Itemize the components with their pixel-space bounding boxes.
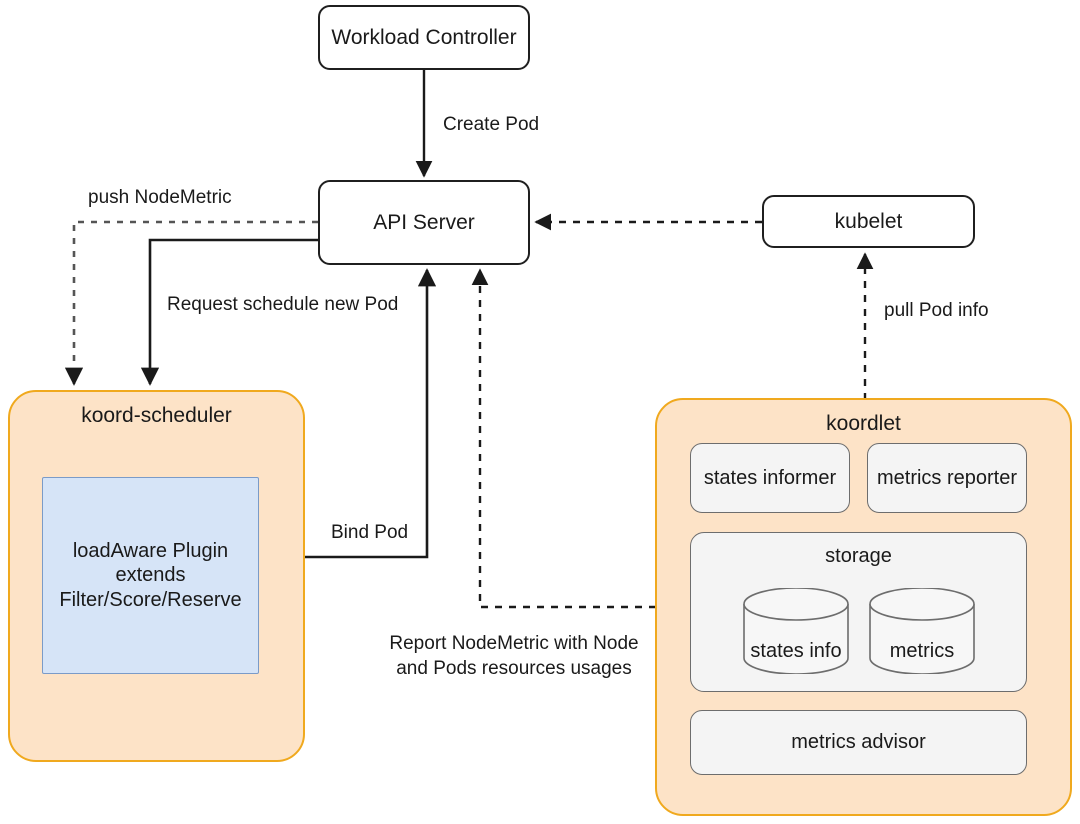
edge-label-bind-pod: Bind Pod	[331, 522, 409, 543]
node-loadaware-plugin-label: loadAware Plugin extends Filter/Score/Re…	[59, 539, 242, 611]
node-metrics-reporter-label: metrics reporter	[876, 466, 1018, 489]
edge-label-pull-pod-info: pull Pod info	[884, 300, 989, 321]
node-states-informer-label: states informer	[703, 466, 837, 489]
node-kubelet-label: kubelet	[834, 209, 903, 233]
node-metrics-advisor[interactable]: metrics advisor	[690, 710, 1027, 775]
panel-storage[interactable]: storage	[690, 532, 1027, 692]
edge-label-report-nodemetric: Report NodeMetric with Node and Pods res…	[389, 633, 639, 679]
node-workload-controller[interactable]: Workload Controller	[318, 5, 530, 70]
datastore-metrics-label: metrics	[889, 640, 955, 662]
node-metrics-reporter[interactable]: metrics reporter	[867, 443, 1027, 513]
edge-label-create-pod: Create Pod	[443, 114, 540, 135]
group-koordlet-title: koordlet	[826, 412, 901, 435]
node-api-server-label: API Server	[373, 210, 475, 234]
node-kubelet[interactable]: kubelet	[762, 195, 975, 248]
node-api-server[interactable]: API Server	[318, 180, 530, 265]
datastore-metrics[interactable]: metrics	[868, 588, 976, 674]
datastore-states-info-label: states info	[750, 640, 842, 662]
node-states-informer[interactable]: states informer	[690, 443, 850, 513]
group-koord-scheduler-title: koord-scheduler	[81, 404, 232, 427]
node-loadaware-plugin[interactable]: loadAware Plugin extends Filter/Score/Re…	[42, 477, 259, 674]
edge-label-push-nodemetric: push NodeMetric	[88, 187, 232, 208]
node-metrics-advisor-label: metrics advisor	[791, 731, 926, 753]
diagram-canvas: Workload Controller API Server kubelet k…	[0, 0, 1080, 824]
panel-storage-title: storage	[825, 545, 892, 567]
datastore-states-info[interactable]: states info	[742, 588, 850, 674]
node-workload-controller-label: Workload Controller	[331, 25, 517, 49]
edge-report-nodemetric	[471, 268, 656, 609]
edge-label-request-schedule: Request schedule new Pod	[167, 294, 399, 315]
